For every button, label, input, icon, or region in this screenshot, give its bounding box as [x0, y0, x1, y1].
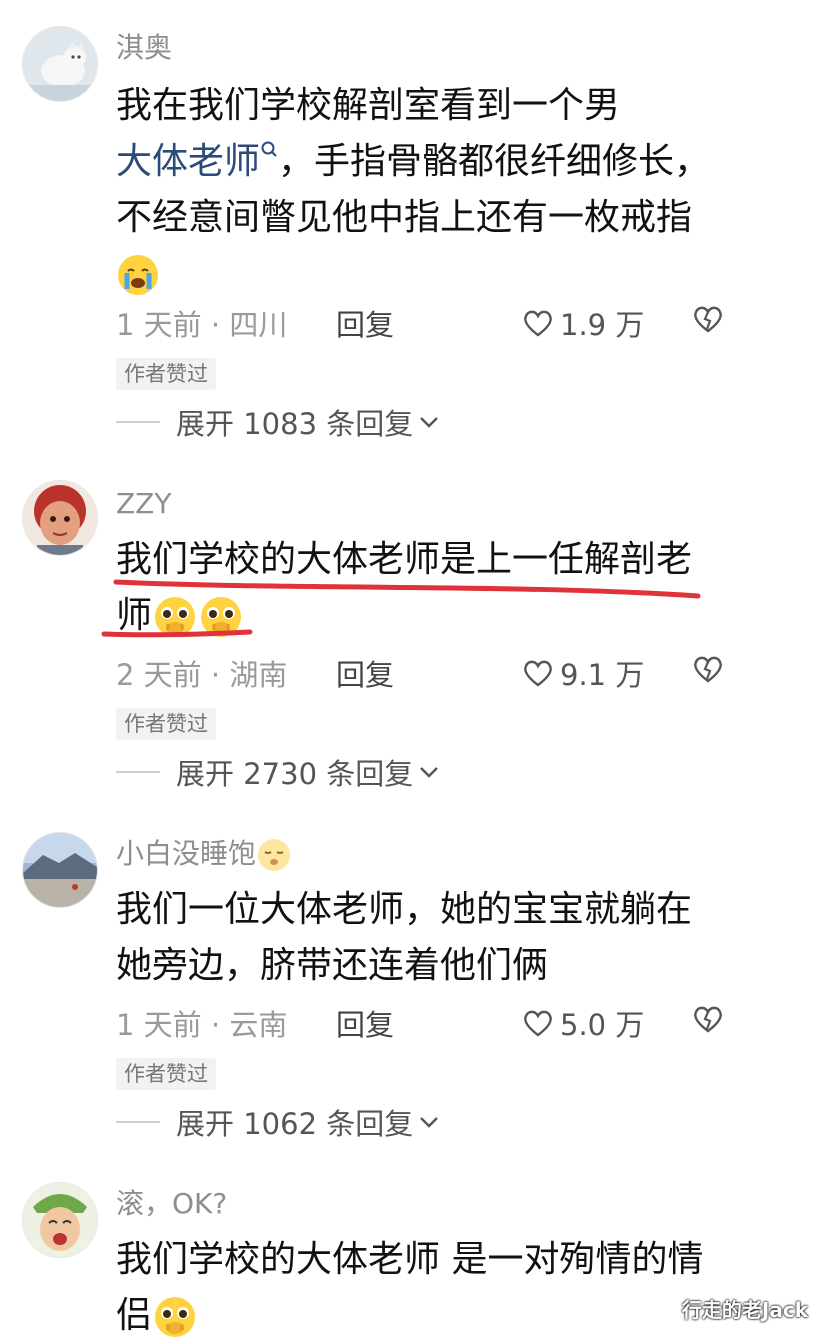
comment-body: 我在我们学校解剖室看到一个男 大体老师 ，手指骨骼都很纤细修长， 不经意间瞥见他中…: [116, 78, 756, 302]
username[interactable]: 小白没睡饱: [116, 836, 292, 873]
like-button[interactable]: 9.1 万: [522, 652, 644, 694]
expand-replies[interactable]: 展开 1083 条回复: [116, 402, 441, 442]
like-button[interactable]: 1.9 万: [522, 302, 644, 344]
pleading-emoji-icon: [155, 1297, 196, 1337]
comment-line: 我在我们学校解剖室看到一个男: [116, 85, 621, 126]
heart-outline-icon: [524, 1010, 552, 1037]
time-location: 2 天前 · 湖南: [116, 658, 288, 692]
expand-replies-label: 展开 1062 条回复: [176, 1107, 414, 1141]
comment-meta: 2 天前 · 湖南 回复 9.1 万: [116, 652, 756, 692]
comment-meta: 1 天前 · 四川 回复 1.9 万: [116, 302, 756, 342]
heart-outline-icon: [524, 660, 552, 687]
like-button[interactable]: 5.0 万: [522, 1002, 644, 1044]
comment-line: 我们一位大体老师，她的宝宝就躺在: [116, 889, 693, 930]
expand-replies-label: 展开 2730 条回复: [176, 757, 414, 791]
username[interactable]: 滚，OK?: [116, 1186, 227, 1222]
watermark: 行走的老Jack: [681, 1298, 808, 1322]
comment-meta: 1 天前 · 云南 回复 5.0 万: [116, 1002, 756, 1042]
comment-line: 我们学校的大体老师 是一对殉情的情: [116, 1239, 704, 1280]
author-liked-badge: 作者赞过: [116, 1058, 216, 1090]
expand-replies[interactable]: 展开 1062 条回复: [116, 1102, 441, 1142]
sleepy-emoji-icon: [258, 839, 291, 871]
comment-line-rest: ，手指骨骼都很纤细修长，: [278, 141, 711, 182]
chevron-down-icon: [420, 767, 439, 778]
expand-replies[interactable]: 展开 2730 条回复: [116, 752, 441, 792]
reply-button[interactable]: 回复: [336, 302, 394, 344]
avatar[interactable]: [22, 26, 98, 102]
comment-line: 她旁边，脐带还连着他们俩: [116, 945, 549, 986]
like-count: 5.0 万: [560, 1008, 645, 1042]
crying-emoji-icon: [118, 255, 158, 295]
dislike-button[interactable]: [692, 654, 724, 691]
dislike-button[interactable]: [692, 304, 724, 341]
reply-button[interactable]: 回复: [336, 1002, 394, 1044]
broken-heart-icon: [694, 306, 722, 333]
comment-line-text: 侣: [116, 1295, 153, 1336]
avatar[interactable]: [22, 832, 98, 908]
search-icon: [261, 141, 277, 157]
username[interactable]: 淇奥: [116, 30, 172, 66]
comment-line: 侣: [116, 1288, 756, 1344]
author-liked-badge: 作者赞过: [116, 358, 216, 390]
heart-outline-icon: [524, 310, 552, 337]
comment-line: [116, 246, 756, 302]
username[interactable]: ZZY: [116, 486, 171, 522]
username-text: 小白没睡饱: [116, 837, 257, 870]
author-liked-badge: 作者赞过: [116, 708, 216, 740]
avatar[interactable]: [22, 1182, 98, 1258]
broken-heart-icon: [694, 1006, 722, 1033]
like-count: 9.1 万: [560, 658, 645, 692]
dislike-button[interactable]: [692, 1004, 724, 1041]
divider: [116, 1121, 160, 1123]
chevron-down-icon: [420, 417, 439, 428]
comment-line: 不经意间瞥见他中指上还有一枚戒指: [116, 197, 693, 238]
divider: [116, 421, 160, 423]
like-count: 1.9 万: [560, 308, 645, 342]
reply-button[interactable]: 回复: [336, 652, 394, 694]
comment-body: 我们一位大体老师，她的宝宝就躺在 她旁边，脐带还连着他们俩: [116, 882, 756, 994]
chevron-down-icon: [420, 1117, 439, 1128]
search-link[interactable]: 大体老师: [116, 141, 278, 182]
red-underline: [101, 579, 701, 638]
comment-line: 大体老师 ，手指骨骼都很纤细修长，: [116, 134, 756, 190]
time-location: 1 天前 · 四川: [116, 308, 288, 342]
broken-heart-icon: [694, 656, 722, 683]
comment-body: 我们学校的大体老师 是一对殉情的情 侣: [116, 1232, 756, 1344]
divider: [116, 771, 160, 773]
avatar[interactable]: [22, 480, 98, 556]
search-link-text: 大体老师: [116, 141, 261, 182]
time-location: 1 天前 · 云南: [116, 1008, 288, 1042]
expand-replies-label: 展开 1083 条回复: [176, 407, 414, 441]
